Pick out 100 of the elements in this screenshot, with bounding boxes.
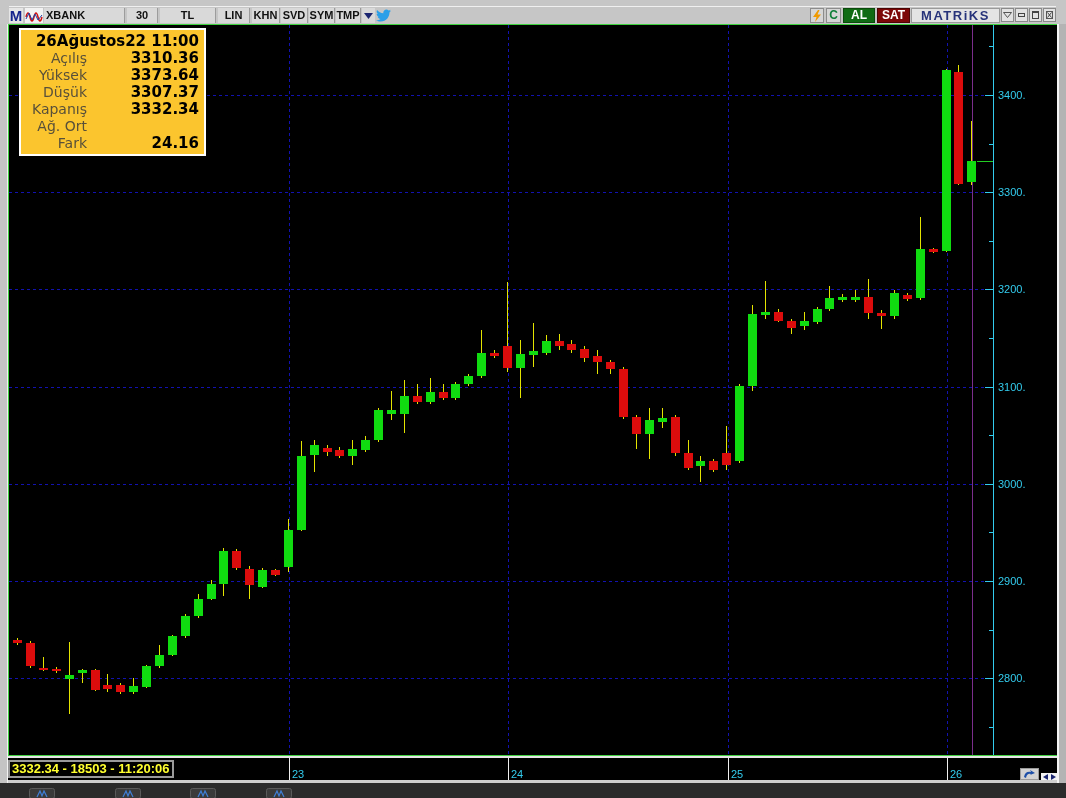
candle <box>219 547 228 597</box>
scroll-left-button[interactable] <box>1041 773 1049 780</box>
candle <box>864 278 873 320</box>
candle <box>245 565 254 600</box>
sync-button[interactable] <box>1020 768 1039 780</box>
candle <box>181 613 190 639</box>
candle <box>658 407 667 429</box>
toolbar-button[interactable]: SYM <box>309 8 335 23</box>
candle <box>800 311 809 331</box>
buy-button[interactable]: AL <box>843 8 875 23</box>
candle <box>310 439 319 473</box>
info-value: 3310.36 <box>129 50 199 67</box>
candle <box>787 318 796 335</box>
wave-tile-icon[interactable] <box>266 788 292 798</box>
candle <box>335 446 344 459</box>
candle <box>284 518 293 573</box>
price-axis-label: 3200. <box>998 283 1026 296</box>
dropdown-button[interactable] <box>362 8 375 23</box>
candle <box>877 309 886 330</box>
candle <box>451 381 460 401</box>
candle <box>632 414 641 450</box>
menu-button[interactable] <box>1001 8 1014 22</box>
candle <box>593 349 602 375</box>
candle <box>323 444 332 457</box>
triangle-right-icon <box>1050 773 1056 780</box>
price-axis-label: 2900. <box>998 575 1026 588</box>
time-axis-label: 24 <box>510 768 524 780</box>
currency-field[interactable]: TL <box>160 8 216 23</box>
toolbar-button[interactable]: SVD <box>281 8 308 23</box>
c-button[interactable]: C <box>826 8 841 23</box>
toolbar-button[interactable]: KHN <box>252 8 280 23</box>
candle <box>271 568 280 577</box>
caret-down-icon <box>1003 12 1012 18</box>
candle <box>555 333 564 351</box>
candle <box>722 425 731 471</box>
candle <box>155 644 164 669</box>
maximize-button[interactable] <box>1029 8 1042 22</box>
wave-tile-icon[interactable] <box>29 788 55 798</box>
candle <box>374 407 383 443</box>
candle <box>426 377 435 405</box>
info-label: Yüksek <box>38 67 87 84</box>
candle <box>400 379 409 434</box>
candle <box>129 677 138 695</box>
close-icon <box>1046 11 1053 19</box>
candle <box>490 349 499 359</box>
candle <box>567 339 576 354</box>
info-date-time: 26Ağustos22 11:00 <box>35 33 199 50</box>
candle <box>116 682 125 695</box>
candle <box>967 120 976 186</box>
candle <box>606 359 615 375</box>
candle <box>516 339 525 399</box>
candle <box>439 383 448 401</box>
info-label: Ağ. Ort <box>36 118 87 135</box>
toolbar-button[interactable]: TMP <box>336 8 361 23</box>
candle <box>78 668 87 684</box>
time-axis-label: 26 <box>949 768 963 780</box>
candle <box>194 593 203 619</box>
info-value: 3332.34 <box>129 101 199 118</box>
triangle-left-icon <box>1042 773 1048 780</box>
sell-button[interactable]: SAT <box>877 8 910 23</box>
candle <box>774 308 783 323</box>
candle <box>825 285 834 312</box>
price-axis-label: 3100. <box>998 381 1026 394</box>
candle <box>91 668 100 692</box>
candle <box>903 292 912 302</box>
maximize-icon <box>1032 11 1039 19</box>
minimize-button[interactable] <box>1015 8 1028 22</box>
candle <box>464 373 473 387</box>
price-axis-label: 3300. <box>998 186 1026 199</box>
candle <box>387 390 396 421</box>
info-label: Kapanış <box>30 101 87 118</box>
caret-down-icon <box>364 12 373 19</box>
candle <box>168 634 177 657</box>
price-axis-label: 2800. <box>998 672 1026 685</box>
info-label: Fark <box>56 135 87 152</box>
candle <box>696 455 705 483</box>
candle <box>761 280 770 320</box>
period-field[interactable]: 30 <box>127 8 158 23</box>
candle <box>361 435 370 453</box>
app-logo: M <box>9 8 23 23</box>
close-button[interactable] <box>1043 8 1056 22</box>
candle <box>477 329 486 379</box>
time-axis-label: 23 <box>291 768 305 780</box>
lightning-icon <box>813 9 821 22</box>
candle <box>542 334 551 356</box>
symbol-field[interactable]: XBANK <box>44 8 125 23</box>
candle <box>580 345 589 363</box>
scroll-right-button[interactable] <box>1049 773 1057 780</box>
candle <box>619 366 628 420</box>
time-axis-label: 25 <box>730 768 744 780</box>
candle <box>348 439 357 466</box>
toolbar-button[interactable]: LIN <box>218 8 250 23</box>
sync-arrows-icon <box>1023 769 1036 779</box>
candle <box>645 407 654 460</box>
candle <box>52 666 61 674</box>
wave-tile-icon[interactable] <box>115 788 141 798</box>
candle <box>671 414 680 457</box>
signal-wave-icon[interactable] <box>25 8 43 23</box>
wave-tile-icon[interactable] <box>190 788 216 798</box>
candle <box>684 439 693 471</box>
